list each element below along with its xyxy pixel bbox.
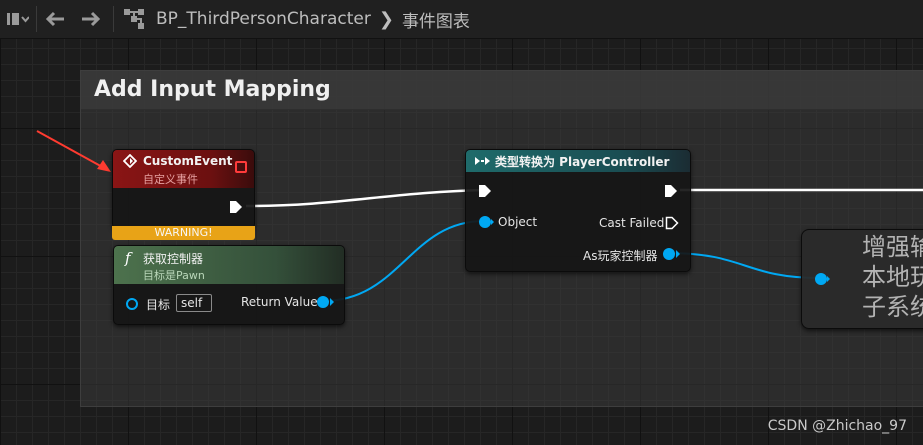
return-value-label: Return Value — [241, 295, 318, 309]
delegate-pin-icon[interactable] — [235, 161, 247, 173]
function-icon: f — [125, 249, 131, 267]
toolbar: BP_ThirdPersonCharacter ❯ 事件图表 — [0, 0, 923, 39]
exec-out-pin-icon[interactable] — [229, 200, 243, 214]
object-pin-icon[interactable] — [478, 215, 494, 229]
custom-event-header: CustomEvent 自定义事件 — [113, 150, 254, 188]
breadcrumb-separator-icon: ❯ — [378, 8, 394, 30]
graph-icon — [114, 0, 154, 38]
object-pin-label: Object — [498, 215, 538, 229]
cast-header: 类型转换为 PlayerController — [466, 150, 690, 172]
breadcrumb-graph[interactable]: 事件图表 — [402, 7, 470, 32]
subsystem-title-line-1: 增强输 — [862, 233, 923, 261]
subsystem-title-line-2: 本地玩 — [862, 263, 923, 291]
enhanced-input-subsystem-node[interactable]: 增强输 本地玩 子系统 — [801, 229, 923, 329]
subsystem-title-line-3: 子系统 — [862, 293, 923, 321]
cast-failed-pin-icon[interactable] — [665, 216, 679, 230]
custom-event-node[interactable]: CustomEvent 自定义事件 — [112, 149, 255, 229]
cast-to-playercontroller-node[interactable]: 类型转换为 PlayerController Object Cast Faile… — [465, 149, 691, 272]
get-controller-title: 获取控制器 — [143, 252, 204, 266]
subsystem-target-pin-icon[interactable] — [814, 272, 830, 286]
arrow-left-icon — [45, 11, 64, 27]
warning-banner: WARNING! — [112, 226, 255, 240]
back-button[interactable] — [37, 0, 73, 38]
target-pin-label: 目标 — [146, 298, 171, 312]
exec-then-pin-icon[interactable] — [664, 184, 678, 198]
arrow-right-icon — [82, 11, 101, 27]
get-controller-header: f 获取控制器 目标是Pawn — [114, 246, 344, 284]
watermark: CSDN @Zhichao_97 — [767, 418, 907, 434]
bookmark-dropdown-button[interactable] — [0, 0, 36, 38]
breadcrumb-blueprint[interactable]: BP_ThirdPersonCharacter — [156, 9, 371, 29]
target-pin-icon[interactable] — [126, 298, 138, 310]
cast-failed-label: Cast Failed — [599, 216, 665, 230]
exec-in-pin-icon[interactable] — [478, 184, 492, 198]
cast-title: 类型转换为 PlayerController — [495, 155, 670, 169]
as-player-controller-pin-icon[interactable] — [662, 247, 680, 261]
as-player-controller-label: As玩家控制器 — [583, 249, 658, 263]
get-controller-subtitle: 目标是Pawn — [143, 269, 205, 282]
return-value-pin-icon[interactable] — [316, 295, 334, 309]
forward-button[interactable] — [73, 0, 109, 38]
bookmark-icon — [7, 13, 29, 25]
custom-event-title: CustomEvent — [143, 154, 233, 168]
comment-title: Add Input Mapping — [94, 77, 331, 102]
custom-event-subtitle: 自定义事件 — [143, 173, 198, 186]
get-controller-node[interactable]: f 获取控制器 目标是Pawn 目标 self Return Value — [113, 245, 345, 325]
target-self-field[interactable]: self — [176, 294, 212, 312]
cast-icon — [475, 157, 490, 165]
event-diamond-icon — [123, 154, 137, 168]
